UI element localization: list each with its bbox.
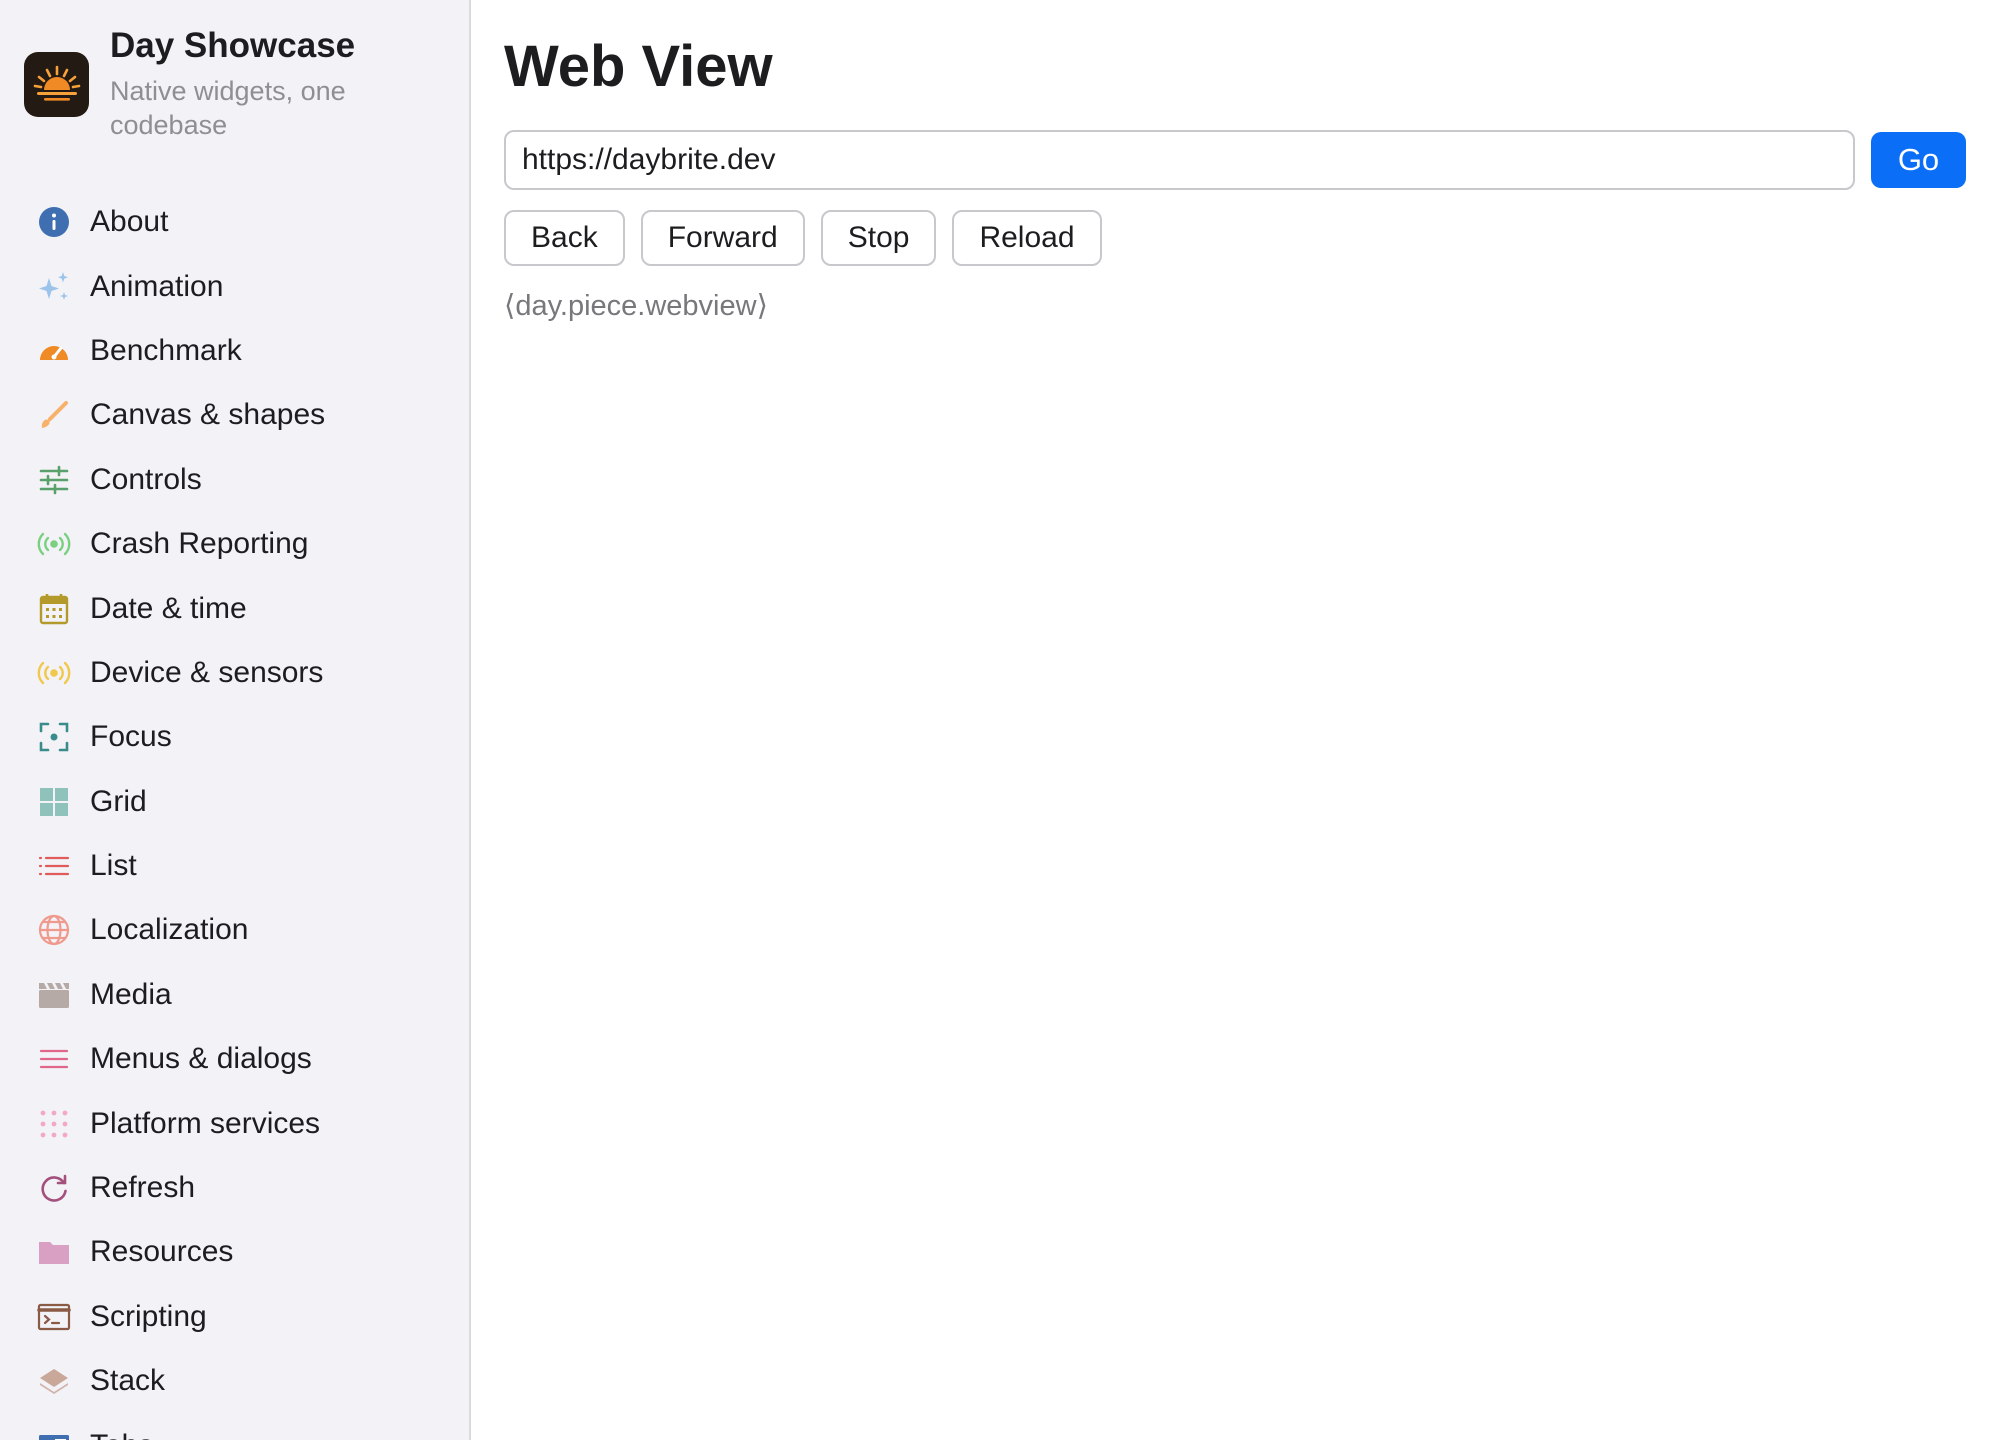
menu-icon: [36, 1041, 72, 1077]
sidebar-item-crash-reporting[interactable]: Crash Reporting: [0, 512, 469, 576]
sidebar-item-animation[interactable]: Animation: [0, 254, 469, 318]
sidebar-item-label: List: [90, 849, 137, 883]
go-button[interactable]: Go: [1871, 132, 1966, 188]
layers-icon: [36, 1363, 72, 1399]
calendar-icon: [36, 591, 72, 627]
globe-icon: [36, 912, 72, 948]
sunrise-logo-icon: [24, 52, 89, 117]
sidebar-item-grid[interactable]: Grid: [0, 770, 469, 834]
url-input[interactable]: [504, 130, 1855, 190]
sidebar-item-platform-services[interactable]: Platform services: [0, 1091, 469, 1155]
grid-icon: [36, 784, 72, 820]
app-window: Day Showcase Native widgets, one codebas…: [0, 0, 2000, 1440]
list-icon: [36, 848, 72, 884]
sidebar-item-device-sensors[interactable]: Device & sensors: [0, 641, 469, 705]
stop-button[interactable]: Stop: [820, 210, 937, 266]
reload-button[interactable]: Reload: [952, 210, 1102, 266]
sidebar-item-about[interactable]: About: [0, 190, 469, 254]
page-title: Web View: [504, 34, 773, 99]
sparkles-icon: [36, 269, 72, 305]
dots-grid-icon: [36, 1106, 72, 1142]
terminal-icon: [36, 1299, 72, 1335]
folder-icon: [36, 1234, 72, 1270]
sidebar-item-label: Refresh: [90, 1171, 196, 1205]
sidebar-item-label: Scripting: [90, 1299, 207, 1333]
sidebar-item-label: Resources: [90, 1235, 234, 1269]
sidebar-item-label: Platform services: [90, 1106, 321, 1140]
sidebar-item-label: Date & time: [90, 591, 247, 625]
sidebar-item-list[interactable]: List: [0, 834, 469, 898]
sidebar-item-scripting[interactable]: Scripting: [0, 1285, 469, 1349]
sidebar-item-label: Stack: [90, 1364, 166, 1398]
sidebar-item-label: Controls: [90, 462, 202, 496]
sidebar-item-resources[interactable]: Resources: [0, 1220, 469, 1284]
sidebar-item-benchmark[interactable]: Benchmark: [0, 319, 469, 383]
back-button[interactable]: Back: [504, 210, 625, 266]
film-icon: [36, 977, 72, 1013]
sidebar-item-label: Animation: [90, 269, 224, 303]
speedometer-icon: [36, 333, 72, 369]
sidebar-item-canvas-shapes[interactable]: Canvas & shapes: [0, 383, 469, 447]
sidebar-item-label: Media: [90, 977, 172, 1011]
sidebar-item-label: Crash Reporting: [90, 527, 309, 561]
sidebar-item-label: Tabs: [90, 1429, 153, 1440]
sidebar-item-controls[interactable]: Controls: [0, 448, 469, 512]
sidebar: Day Showcase Native widgets, one codebas…: [0, 0, 471, 1440]
sidebar-item-refresh[interactable]: Refresh: [0, 1156, 469, 1220]
app-title: Day Showcase: [110, 26, 356, 65]
sidebar-item-label: Device & sensors: [90, 655, 324, 689]
sidebar-item-label: Localization: [90, 913, 249, 947]
url-bar: Go: [504, 130, 1966, 190]
sidebar-item-label: Focus: [90, 720, 172, 754]
sidebar-item-label: Canvas & shapes: [90, 398, 326, 432]
sidebar-item-localization[interactable]: Localization: [0, 898, 469, 962]
sidebar-item-label: Benchmark: [90, 333, 242, 367]
refresh-icon: [36, 1170, 72, 1206]
sidebar-item-stack[interactable]: Stack: [0, 1349, 469, 1413]
focus-icon: [36, 719, 72, 755]
sidebar-item-media[interactable]: Media: [0, 963, 469, 1027]
forward-button[interactable]: Forward: [640, 210, 805, 266]
app-subtitle: Native widgets, one codebase: [110, 76, 346, 140]
info-icon: [36, 204, 72, 240]
main-content: Web View Go Back Forward Stop Reload ⟨da…: [471, 0, 2000, 1440]
sidebar-item-menus-dialogs[interactable]: Menus & dialogs: [0, 1027, 469, 1091]
sidebar-item-tabs[interactable]: Tabs: [0, 1413, 469, 1440]
sliders-icon: [36, 462, 72, 498]
webview-placeholder: ⟨day.piece.webview⟩: [504, 290, 768, 322]
sidebar-item-label: Grid: [90, 784, 147, 818]
broadcast-icon: [36, 526, 72, 562]
sidebar-item-label: Menus & dialogs: [90, 1042, 312, 1076]
sidebar-item-label: About: [90, 205, 169, 239]
navigation-buttons: Back Forward Stop Reload: [504, 210, 1966, 266]
sidebar-nav: About Animation Benchmark Canvas & shape…: [0, 190, 469, 1440]
broadcast-icon: [36, 655, 72, 691]
sidebar-item-date-time[interactable]: Date & time: [0, 576, 469, 640]
tabs-icon: [36, 1428, 72, 1440]
paintbrush-icon: [36, 397, 72, 433]
sidebar-item-focus[interactable]: Focus: [0, 705, 469, 769]
brand-header: Day Showcase Native widgets, one codebas…: [0, 0, 469, 180]
